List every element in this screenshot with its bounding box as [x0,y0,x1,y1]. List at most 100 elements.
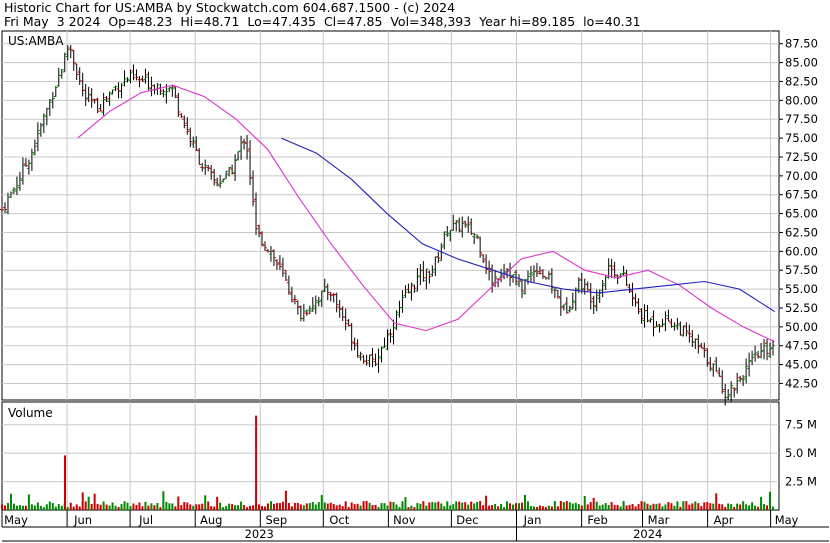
volume-bar [69,502,72,510]
volume-bar [769,491,772,510]
volume-bar [272,503,275,510]
volume-bar [269,501,272,510]
price-tick-label: 80.00 [785,93,818,107]
price-bar [654,321,659,328]
volume-bar [299,504,302,510]
volume-bar [24,505,27,510]
volume-bar [491,505,494,510]
volume-bar [168,503,171,510]
price-bar [59,69,64,79]
price-bar [283,269,288,281]
volume-bar [66,507,69,510]
volume-bar [135,505,138,510]
volume-bar [664,504,667,510]
volume-bar [679,506,682,510]
price-bar [179,113,184,119]
price-bar [418,264,423,286]
volume-bar [523,494,526,510]
volume-bar [36,502,39,510]
volume-bar [467,504,470,510]
volume-bar [90,504,93,510]
volume-bar [431,502,434,510]
volume-bar [353,504,356,510]
volume-bar [709,503,712,510]
price-tick-label: 45.00 [785,358,818,372]
volume-bar [39,505,42,510]
price-bar [508,262,513,287]
volume-bar [308,503,311,510]
volume-bar [628,505,631,510]
price-tick-label: 85.00 [785,56,818,70]
volume-bar [117,506,120,510]
price-bar [684,322,689,337]
volume-bar [15,505,18,510]
volume-bar [341,506,344,510]
price-bar [711,363,716,377]
price-bar [98,103,103,112]
volume-bar [482,505,485,510]
price-bar [403,285,408,298]
price-bar [457,217,462,233]
volume-bar [281,501,284,510]
volume-bar [535,507,538,510]
volume-bar [275,503,278,510]
volume-bar [757,506,760,510]
price-bar [729,381,734,403]
price-bar [56,67,61,87]
volume-bar [186,502,189,510]
volume-bar [700,506,703,510]
volume-bar [589,502,592,510]
year-label: 2023 [245,527,274,541]
volume-bar [488,505,491,510]
price-bar [239,135,244,160]
price-bar [310,297,315,312]
price-bar [717,367,722,377]
volume-bar [132,503,135,510]
price-bar [484,254,489,275]
price-bar [355,339,360,358]
volume-bar [252,505,255,510]
volume-bar [27,494,30,510]
price-bar [525,270,530,285]
price-bar [122,70,127,87]
price-bar [558,289,563,317]
price-tick-label: 70.00 [785,169,818,183]
volume-bar [464,502,467,510]
volume-bar [266,503,269,510]
volume-bar [234,505,237,510]
price-bar [528,265,533,283]
price-bar [555,290,560,299]
volume-bar [305,503,308,510]
price-bar [101,92,106,116]
price-bar [328,291,333,302]
volume-tick-label: 7.5 M [785,418,817,432]
price-bar [388,329,393,343]
price-bar [478,236,483,258]
volume-bar [562,502,565,510]
volume-bar [344,501,347,510]
volume-bar [3,505,6,510]
volume-bar [592,497,595,510]
price-bar [236,151,241,161]
volume-bar [332,503,335,510]
volume-bar [347,507,350,510]
month-label: Feb [587,513,607,527]
price-bar [433,256,438,277]
volume-bar [425,505,428,510]
volume-bar [509,503,512,510]
price-bar [382,337,387,348]
price-bar [552,288,557,299]
volume-bar [72,506,75,510]
volume-bar [440,503,443,510]
price-bar [765,338,770,361]
volume-bar [171,503,174,510]
volume-bar [766,505,769,510]
price-bar [277,254,282,270]
price-bar [230,164,235,175]
volume-bar [772,506,775,510]
price-bar [409,282,414,301]
volume-bar [228,503,231,510]
price-bar [316,296,321,307]
volume-bar [159,507,162,510]
volume-bar [207,501,210,510]
